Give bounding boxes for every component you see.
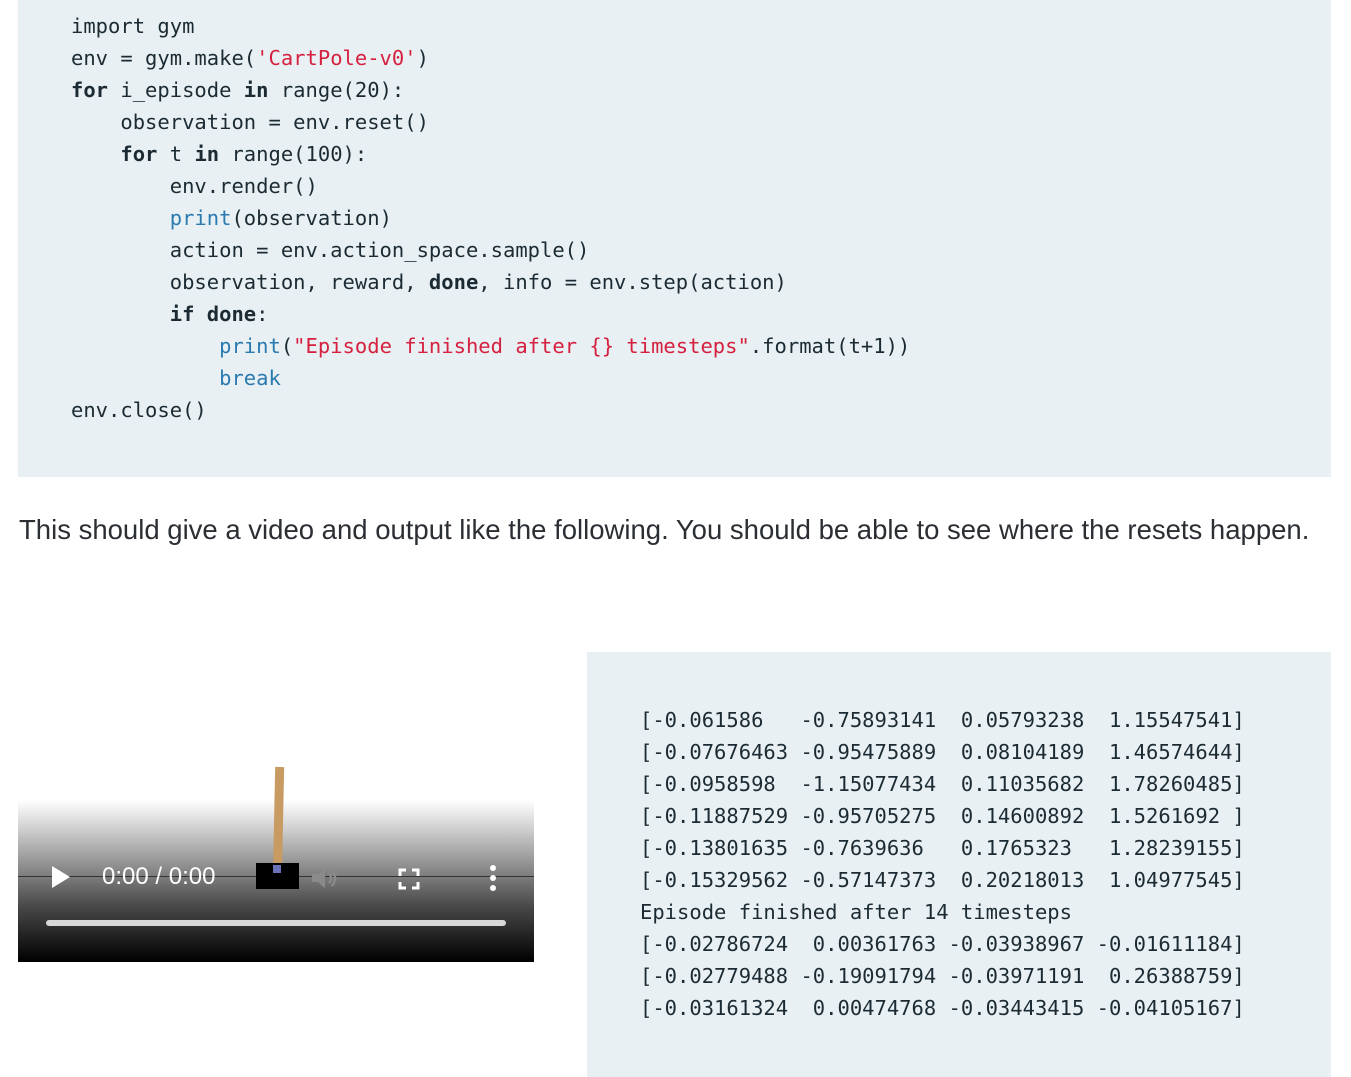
code-line: if done: <box>71 298 1331 330</box>
code-token: import gym <box>71 14 195 38</box>
code-line: env = gym.make('CartPole-v0') <box>71 42 1331 74</box>
code-line: env.render() <box>71 170 1331 202</box>
code-token: print <box>169 206 232 230</box>
description-paragraph: This should give a video and output like… <box>19 514 1310 545</box>
output-line: [-0.02786724 0.00361763 -0.03938967 -0.0… <box>640 932 1245 956</box>
code-token: env.close() <box>71 398 207 422</box>
code-line: for i_episode in range(20): <box>71 74 1331 106</box>
code-token: 'CartPole-v0' <box>256 46 417 70</box>
code-token: .format(t+1)) <box>749 334 911 358</box>
code-token: ) <box>416 46 429 70</box>
output-line: [-0.15329562 -0.57147373 0.20218013 1.04… <box>640 868 1245 892</box>
code-line: for t in range(100): <box>71 138 1331 170</box>
code-token: i_episode <box>108 78 244 102</box>
code-token: env = gym.make( <box>71 46 257 70</box>
output-line: [-0.07676463 -0.95475889 0.08104189 1.46… <box>640 740 1245 764</box>
code-token: range(100): <box>219 142 368 166</box>
code-token: done <box>428 270 479 294</box>
play-icon[interactable] <box>52 866 70 888</box>
code-token: if <box>169 302 195 326</box>
output-line: [-0.11887529 -0.95705275 0.14600892 1.52… <box>640 804 1245 828</box>
output-line: [-0.02779488 -0.19091794 -0.03971191 0.2… <box>640 964 1245 988</box>
code-token: , info = env.step(action) <box>478 270 787 294</box>
code-token: ( <box>280 334 294 358</box>
volume-icon[interactable] <box>310 864 342 892</box>
code-block: import gym env = gym.make('CartPole-v0') f… <box>18 0 1331 477</box>
code-token: (observation) <box>231 206 392 230</box>
code-line: observation, reward, done, info = env.st… <box>71 266 1331 298</box>
output-line: [-0.03161324 0.00474768 -0.03443415 -0.0… <box>640 996 1245 1020</box>
code-line: action = env.action_space.sample() <box>71 234 1331 266</box>
output-line: [-0.13801635 -0.7639636 0.1765323 1.2823… <box>640 836 1245 860</box>
code-line: observation = env.reset() <box>71 106 1331 138</box>
video-seek-bar[interactable] <box>46 920 506 926</box>
video-time: 0:00 / 0:00 <box>102 863 216 890</box>
code-token: : <box>256 302 269 326</box>
code-token: in <box>243 78 269 102</box>
code-line: print(observation) <box>71 202 1331 234</box>
output-line: [-0.061586 -0.75893141 0.05793238 1.1554… <box>640 708 1245 732</box>
code-token: for <box>120 142 158 166</box>
code-token: done <box>206 302 257 326</box>
output-line: [-0.0958598 -1.15077434 0.11035682 1.782… <box>640 772 1245 796</box>
code-token: t <box>157 142 195 166</box>
console-output: [-0.061586 -0.75893141 0.05793238 1.1554… <box>587 652 1331 1077</box>
code-line: print("Episode finished after {} timeste… <box>71 330 1331 362</box>
code-line: env.close() <box>71 394 1331 426</box>
more-options-icon[interactable] <box>484 864 502 892</box>
code-line: import gym <box>71 10 1331 42</box>
code-token: break <box>219 366 281 390</box>
output-line: Episode finished after 14 timesteps <box>640 900 1072 924</box>
code-token: action = env.action_space.sample() <box>71 238 590 262</box>
code-token: observation = env.reset() <box>71 110 429 134</box>
code-token: for <box>71 78 109 102</box>
code-token: observation, reward, <box>71 270 429 294</box>
video-player[interactable] <box>18 800 534 962</box>
code-line: break <box>71 362 1331 394</box>
code-token: env.render() <box>71 174 318 198</box>
code-token: "Episode finished after {} timesteps" <box>293 334 750 358</box>
code-token: range(20): <box>268 78 405 102</box>
code-token: in <box>194 142 220 166</box>
fullscreen-icon[interactable] <box>396 866 422 892</box>
code-token: print <box>219 334 281 358</box>
